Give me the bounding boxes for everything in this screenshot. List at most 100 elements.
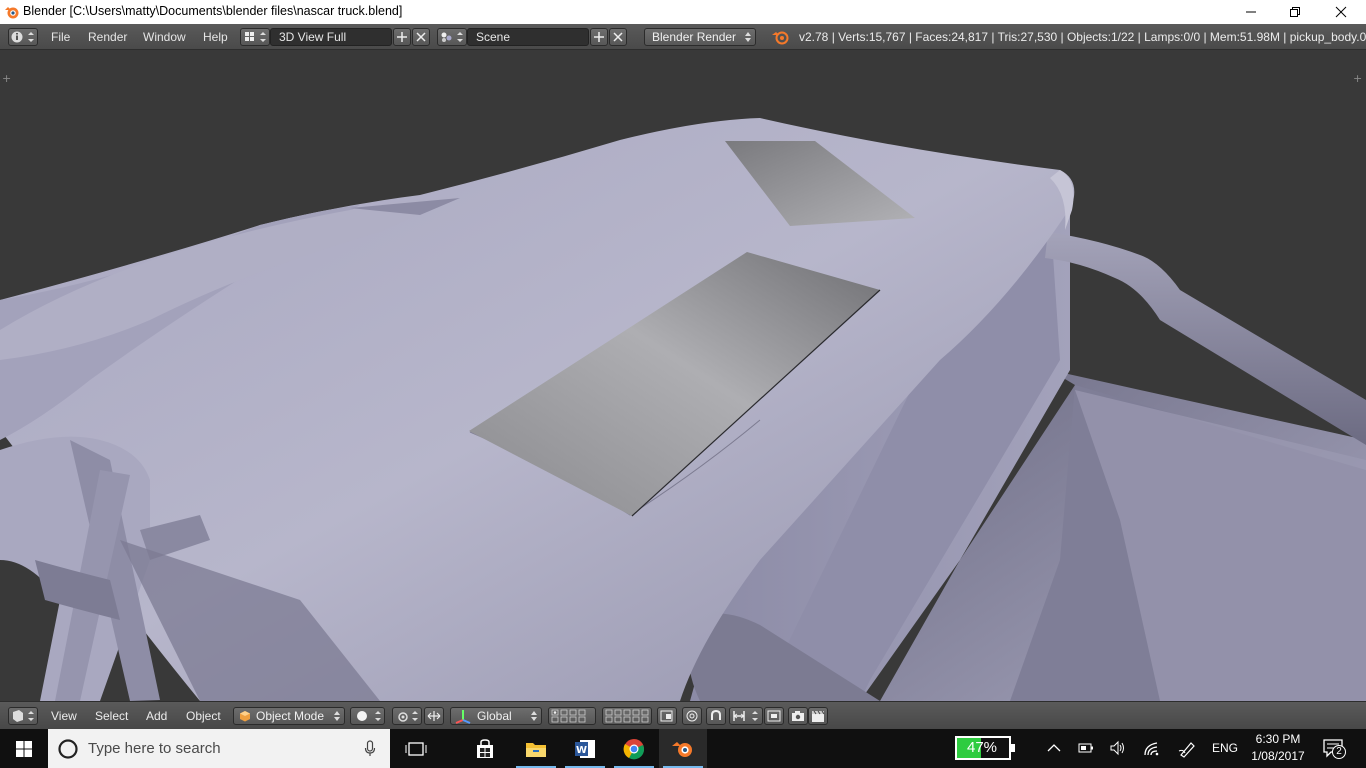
file-explorer-app[interactable] — [512, 729, 560, 768]
restore-icon — [1290, 7, 1300, 17]
plus-icon — [594, 32, 604, 42]
blender-app[interactable] — [659, 729, 707, 768]
updown-arrow-icon — [745, 32, 751, 42]
render-engine-label: Blender Render — [652, 30, 737, 44]
menu-window[interactable]: Window — [143, 30, 186, 44]
minimize-button[interactable] — [1228, 0, 1274, 24]
task-view-icon — [405, 741, 427, 756]
chrome-app[interactable] — [610, 729, 658, 768]
snap-toggle[interactable] — [706, 707, 726, 725]
word-icon: W — [575, 739, 595, 758]
menu-object[interactable]: Object — [186, 709, 221, 723]
blender-icon — [672, 741, 692, 757]
3d-view-icon — [13, 710, 34, 722]
mode-label: Object Mode — [256, 709, 325, 723]
pen-icon[interactable] — [1177, 739, 1197, 759]
editor-type-button[interactable] — [8, 707, 38, 725]
scene-field[interactable]: Scene — [467, 28, 589, 46]
windows-taskbar: Type here to search W 47% ENG 6:30 PM 1/… — [0, 729, 1366, 768]
area-split-icon[interactable]: + — [1353, 72, 1362, 85]
add-scene-button[interactable] — [590, 28, 608, 46]
axis-gizmo-icon — [455, 710, 471, 724]
layers-icon — [551, 709, 586, 723]
layer-buttons-1[interactable] — [548, 707, 596, 725]
scene-selector[interactable] — [437, 28, 467, 46]
search-box[interactable]: Type here to search — [48, 729, 390, 768]
pivot-icon — [398, 711, 418, 722]
microphone-icon[interactable] — [364, 740, 376, 758]
proportional-edit-toggle[interactable] — [682, 707, 702, 725]
editor-type-button[interactable] — [8, 28, 38, 46]
layer-buttons-2[interactable] — [602, 707, 652, 725]
snap-target-button[interactable] — [764, 707, 784, 725]
menu-help[interactable]: Help — [203, 30, 228, 44]
menu-select[interactable]: Select — [95, 709, 128, 723]
scene-statistics: v2.78 | Verts:15,767 | Faces:24,817 | Tr… — [799, 30, 1366, 44]
clock-date[interactable]: 1/08/2017 — [1250, 749, 1306, 763]
window-title: Blender [C:\Users\matty\Documents\blende… — [23, 4, 403, 18]
chevron-up-icon[interactable] — [1047, 743, 1061, 753]
start-button[interactable] — [0, 729, 48, 768]
delete-scene-button[interactable] — [609, 28, 627, 46]
layer-lock-icon — [660, 710, 673, 722]
clock-time[interactable]: 6:30 PM — [1255, 732, 1301, 746]
info-header: File Render Window Help 3D View Full Sce… — [0, 24, 1366, 50]
menu-render[interactable]: Render — [88, 30, 127, 44]
screen-layout-selector[interactable] — [240, 28, 270, 46]
menu-file[interactable]: File — [51, 30, 70, 44]
battery-meter[interactable]: 47% — [955, 736, 1015, 760]
file-explorer-icon — [526, 742, 546, 757]
3d-viewport[interactable]: + + — [0, 50, 1366, 701]
chrome-icon — [623, 738, 644, 759]
opengl-render-button[interactable] — [788, 707, 808, 725]
task-view-button[interactable] — [392, 729, 440, 768]
word-app[interactable]: W — [561, 729, 609, 768]
viewport-shading-dropdown[interactable] — [350, 707, 385, 725]
store-icon — [477, 738, 493, 758]
blender-logo-icon — [772, 31, 789, 45]
snap-element-dropdown[interactable] — [729, 707, 763, 725]
store-app[interactable] — [461, 729, 509, 768]
proportional-edit-icon — [686, 710, 698, 722]
render-layer-toggle[interactable] — [657, 707, 677, 725]
snap-target-icon — [767, 710, 781, 722]
opengl-animation-button[interactable] — [808, 707, 828, 725]
action-center-button[interactable]: 2 — [1318, 737, 1354, 763]
volume-icon[interactable] — [1109, 740, 1127, 756]
windows-logo-icon — [16, 740, 32, 757]
screen-layout-icon — [245, 32, 266, 42]
area-split-icon[interactable]: + — [2, 72, 11, 85]
info-icon — [11, 31, 34, 43]
menu-view[interactable]: View — [51, 709, 77, 723]
x-icon — [416, 32, 426, 42]
close-button[interactable] — [1318, 0, 1364, 24]
restore-button[interactable] — [1272, 0, 1318, 24]
camera-icon — [792, 711, 804, 721]
object-cube-icon — [240, 711, 250, 722]
scene-icon — [441, 32, 463, 42]
view3d-header: View Select Add Object Object Mode Globa… — [0, 701, 1366, 729]
language-indicator[interactable]: ENG — [1212, 741, 1238, 755]
add-screen-button[interactable] — [393, 28, 411, 46]
close-icon — [1335, 6, 1347, 18]
svg-text:W: W — [576, 745, 587, 756]
mode-dropdown[interactable]: Object Mode — [233, 707, 345, 725]
transform-orientation-dropdown[interactable]: Global — [450, 707, 542, 725]
layers-icon — [605, 709, 649, 723]
window-titlebar: Blender [C:\Users\matty\Documents\blende… — [0, 0, 1366, 24]
cortana-icon — [58, 739, 78, 759]
solid-shading-icon — [357, 711, 381, 721]
wifi-icon[interactable] — [1143, 739, 1161, 757]
screen-layout-field[interactable]: 3D View Full — [270, 28, 392, 46]
updown-arrow-icon — [531, 711, 537, 721]
manipulator-icon — [427, 711, 441, 721]
battery-icon[interactable] — [1078, 742, 1094, 754]
x-icon — [613, 32, 623, 42]
manipulator-toggle[interactable] — [424, 707, 444, 725]
delete-screen-button[interactable] — [412, 28, 430, 46]
minimize-icon — [1246, 11, 1256, 13]
orientation-label: Global — [477, 709, 512, 723]
render-engine-dropdown[interactable]: Blender Render — [644, 28, 756, 46]
menu-add[interactable]: Add — [146, 709, 167, 723]
pivot-point-dropdown[interactable] — [392, 707, 422, 725]
